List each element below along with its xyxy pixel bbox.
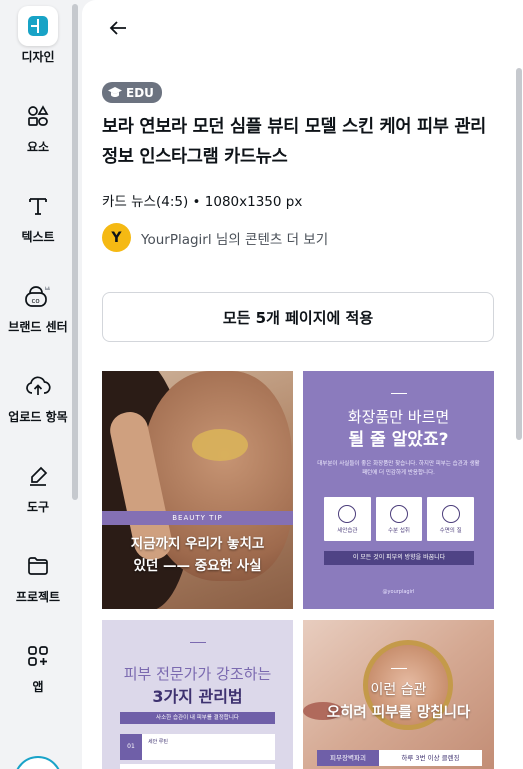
side-rail: 디자인 요소 텍스트 co 브랜드 센터 업로드 항목 도구 프로젝트 앱 xyxy=(0,0,80,769)
arrow-left-icon xyxy=(109,21,126,35)
template-detail-panel: EDU 보라 연보라 모던 심플 뷰티 모델 스킨 케어 피부 관리 정보 인스… xyxy=(82,0,523,769)
thumb2-bar: 이 모든 것이 피부의 방향을 바꿉니다 xyxy=(324,551,474,565)
rail-label-apps: 앱 xyxy=(32,680,44,694)
thumb4-band-right: 하루 3번 이상 클렌징 xyxy=(379,750,482,766)
thumb2-subheading: 될 줄 알았죠? xyxy=(348,430,449,450)
thumb2-body: 대부분이 사실들이 좋은 화장품만 찾습니다. 하지만 피부는 습관과 생활 패… xyxy=(317,461,480,476)
edu-badge: EDU xyxy=(102,82,162,103)
rail-label-uploads: 업로드 항목 xyxy=(8,410,68,424)
thumb2-card-label: 수면의 질 xyxy=(439,527,462,534)
thumb2-card-label: 세안습관 xyxy=(337,527,358,534)
rail-item-uploads[interactable]: 업로드 항목 xyxy=(0,366,76,425)
thumb3-subheading: 3가지 관리법 xyxy=(152,687,243,706)
creator-text: YourPlagirl 님의 콘텐츠 더 보기 xyxy=(141,231,329,248)
thumb4-band-left: 피부장벽파괴 xyxy=(317,750,379,766)
page-thumbnail-4[interactable]: 이런 습관 오히려 피부를 망칩니다 피부장벽파괴 하루 3번 이상 클렌징 xyxy=(303,620,494,769)
thumb2-card: 수면의 질 xyxy=(427,497,475,541)
thumb3-heading: 피부 전문가가 강조하는 xyxy=(123,665,272,683)
thumb2-heading: 화장품만 바르면 xyxy=(347,408,450,426)
page-thumbnail-2[interactable]: 화장품만 바르면 될 줄 알았죠? 대부분이 사실들이 좋은 화장품만 찾습니다… xyxy=(303,371,494,609)
thumb2-card: 수분 섭취 xyxy=(375,497,423,541)
thumb1-caption: 지금까지 우리가 놓치고 있던 —— 중요한 사실 xyxy=(102,533,293,577)
thumb2-cards: 세안습관 수분 섭취 수면의 질 xyxy=(324,497,475,541)
rail-item-apps[interactable]: 앱 xyxy=(0,636,76,695)
creator-avatar: Y xyxy=(102,223,131,252)
brand-icon: co xyxy=(18,276,58,316)
edu-badge-label: EDU xyxy=(126,85,154,100)
graduation-cap-icon xyxy=(108,87,122,97)
template-title: 보라 연보라 모던 심플 뷰티 모델 스킨 케어 피부 관리 정보 인스타그램 … xyxy=(102,117,486,167)
thumb3-row: 01 세안 루틴 xyxy=(120,734,275,760)
eye-patch xyxy=(192,429,248,461)
rail-label-brand: 브랜드 센터 xyxy=(8,320,68,334)
rail-item-tools[interactable]: 도구 xyxy=(0,456,76,515)
apply-all-pages-button[interactable]: 모든 5개 페이지에 적용 xyxy=(102,292,494,342)
cloud-upload-icon xyxy=(18,366,58,406)
beauty-tip-band: BEAUTY TIP xyxy=(102,511,293,525)
thumb2-handle: @yourplagirl xyxy=(382,589,415,595)
thumb2-card: 세안습관 xyxy=(324,497,371,541)
rail-label-text: 텍스트 xyxy=(21,230,55,244)
thumb2-card-label: 수분 섭취 xyxy=(388,527,410,534)
thumb4-band: 피부장벽파괴 하루 3번 이상 클렌징 xyxy=(317,750,482,766)
rail-label-tools: 도구 xyxy=(26,500,50,514)
thumb1-line2: 있던 —— 중요한 사실 xyxy=(133,558,262,574)
draw-tool-icon xyxy=(18,456,58,496)
thumb4-subheading: 오히려 피부를 망칩니다 xyxy=(326,705,471,721)
thumb2-rule xyxy=(391,393,407,394)
rail-label-design: 디자인 xyxy=(21,50,55,64)
back-button[interactable] xyxy=(104,14,132,42)
app-root: 디자인 요소 텍스트 co 브랜드 센터 업로드 항목 도구 프로젝트 앱 ED… xyxy=(0,0,523,769)
rail-item-elements[interactable]: 요소 xyxy=(0,96,76,155)
thumb3-rule xyxy=(190,642,206,643)
rail-label-projects: 프로젝트 xyxy=(15,590,61,604)
magic-button[interactable] xyxy=(14,756,62,769)
folder-icon xyxy=(18,546,58,586)
creator-link[interactable]: Y YourPlagirl 님의 콘텐츠 더 보기 xyxy=(102,223,328,252)
water-drop-icon xyxy=(390,504,408,523)
elements-icon xyxy=(18,96,58,136)
rail-item-text[interactable]: 텍스트 xyxy=(0,186,76,245)
apps-icon xyxy=(18,636,58,676)
thumb3-row-number: 01 xyxy=(120,734,142,760)
thumb3-row-2 xyxy=(120,764,275,769)
svg-text:co: co xyxy=(32,297,40,305)
canva-logo-icon xyxy=(18,6,58,46)
rail-item-design[interactable]: 디자인 xyxy=(0,6,76,65)
thumb3-bar: 사소한 습관이 내 피부를 결정합니다 xyxy=(120,712,275,724)
rail-label-elements: 요소 xyxy=(26,140,50,154)
rail-scrollbar[interactable] xyxy=(72,4,78,500)
page-thumbnail-3[interactable]: 피부 전문가가 강조하는 3가지 관리법 사소한 습관이 내 피부를 결정합니다… xyxy=(102,620,293,769)
panel-scrollbar[interactable] xyxy=(516,68,522,440)
thumb4-heading: 이런 습관 xyxy=(370,682,427,698)
moon-icon xyxy=(441,504,460,523)
rail-item-brand[interactable]: co 브랜드 센터 xyxy=(0,276,76,335)
thumb3-row-title: 세안 루틴 xyxy=(148,739,168,745)
template-meta: 카드 뉴스(4:5) • 1080x1350 px xyxy=(102,194,303,210)
page-thumbnail-1[interactable]: BEAUTY TIP 지금까지 우리가 놓치고 있던 —— 중요한 사실 xyxy=(102,371,293,609)
thumb1-line1: 지금까지 우리가 놓치고 xyxy=(130,536,265,552)
rail-item-projects[interactable]: 프로젝트 xyxy=(0,546,76,605)
face-wash-icon xyxy=(338,504,357,523)
thumb4-rule xyxy=(391,668,407,669)
text-t-icon xyxy=(18,186,58,226)
